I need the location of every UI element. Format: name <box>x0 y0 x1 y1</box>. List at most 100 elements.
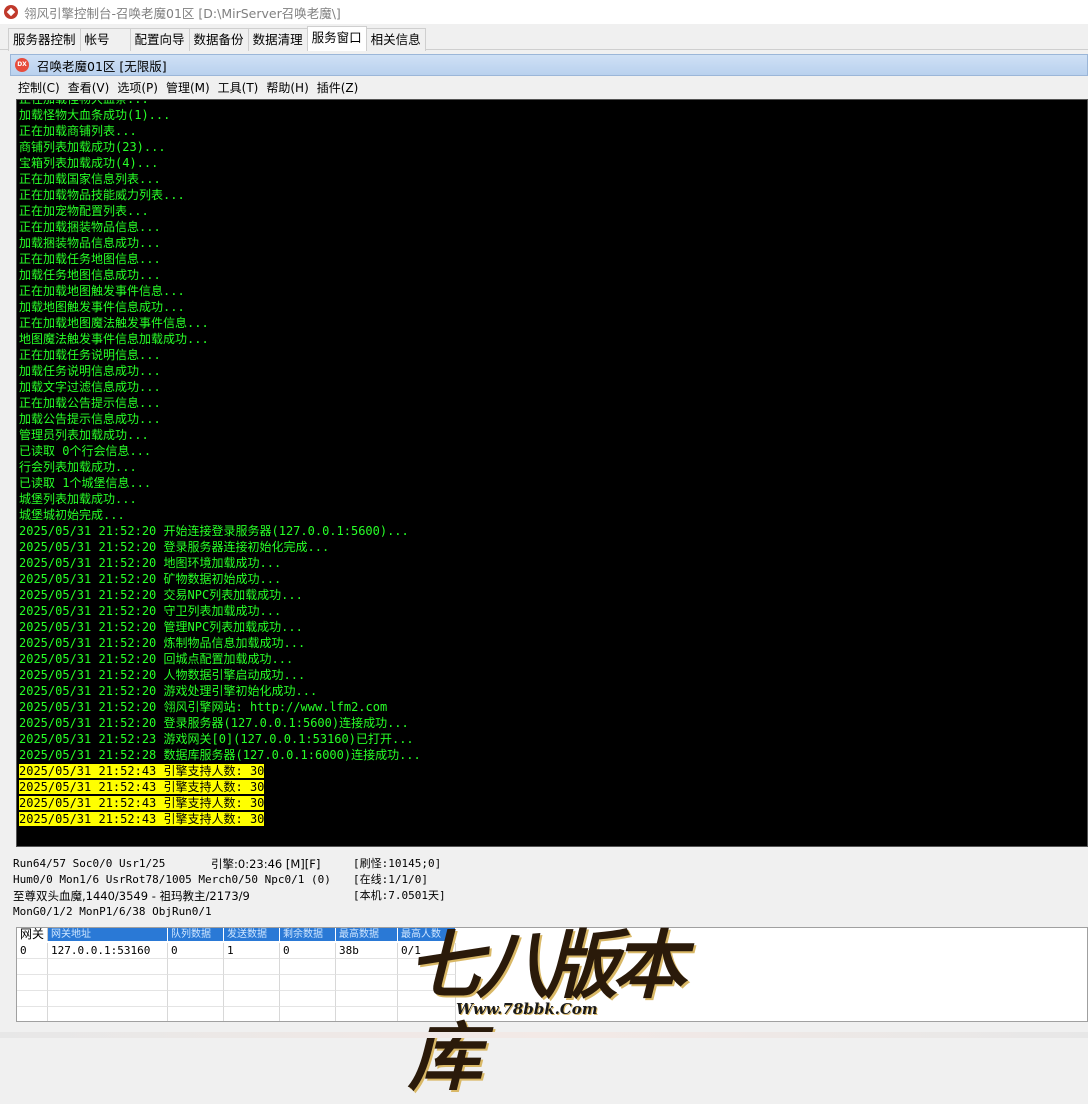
tab-related-info[interactable]: 相关信息 <box>365 28 426 51</box>
grid-cell: 38b <box>336 943 398 959</box>
grid-header-cell[interactable]: 队列数据 <box>168 928 224 941</box>
highlighted-text: 2025/05/31 21:52:43 引擎支持人数: 30 <box>19 780 265 794</box>
menu-tools[interactable]: 工具(T) <box>216 79 265 96</box>
subwindow-title-bar: DX 召唤老魔01区 [无限版] <box>10 54 1088 76</box>
log-line: 加载公告提示信息成功... <box>19 412 161 426</box>
log-line: 正在加宠物配置列表... <box>19 204 149 218</box>
app-logo-icon <box>4 5 18 19</box>
log-line: 2025/05/31 21:52:20 开始连接登录服务器(127.0.0.1:… <box>19 524 409 538</box>
log-line: 加载任务地图信息成功... <box>19 268 161 282</box>
grid-cell: 127.0.0.1:53160 <box>48 943 168 959</box>
grid-cell <box>224 1007 280 1021</box>
grid-cell <box>336 991 398 1007</box>
grid-cell <box>17 1007 48 1021</box>
log-line: 正在加载地图触发事件信息... <box>19 284 185 298</box>
server-app-icon: DX <box>15 58 29 72</box>
grid-cell <box>224 959 280 975</box>
grid-cell <box>280 975 336 991</box>
watermark-url: Www.78bbk.Com <box>456 1000 598 1018</box>
grid-cell: 0 <box>280 943 336 959</box>
menu-bar: 控制(C) 查看(V) 选项(P) 管理(M) 工具(T) 帮助(H) 插件(Z… <box>10 76 1088 98</box>
status-online: [在线:1/1/0] <box>353 873 428 886</box>
status-engine-uptime: 引擎:0:23:46 [M][F] <box>211 857 321 871</box>
tab-data-backup[interactable]: 数据备份 <box>188 28 249 51</box>
log-console[interactable]: 正在加载怪物大血条... 加载怪物大血条成功(1)... 正在加载商铺列表... 商铺… <box>16 99 1088 847</box>
grid-cell <box>280 959 336 975</box>
highlighted-text: 2025/05/31 21:52:43 引擎支持人数: 30 <box>19 764 265 778</box>
grid-header-cell[interactable]: 最高数据 <box>336 928 398 941</box>
log-line: 2025/05/31 21:52:20 矿物数据初始成功... <box>19 572 282 586</box>
log-line: 宝箱列表加载成功(4)... <box>19 156 159 170</box>
grid-cell <box>168 1007 224 1021</box>
tab-config-wizard[interactable]: 配置向导 <box>129 28 190 51</box>
log-line: 2025/05/31 21:52:20 回城点配置加载成功... <box>19 652 294 666</box>
log-line: 城堡列表加载成功... <box>19 492 137 506</box>
bottom-edge <box>0 1032 1088 1038</box>
table-row[interactable]: 0 127.0.0.1:53160 0 1 0 38b 0/1 <box>17 943 456 959</box>
grid-header-cell[interactable]: 剩余数据 <box>280 928 336 941</box>
log-line: 加载怪物大血条成功(1)... <box>19 108 171 122</box>
menu-control[interactable]: 控制(C) <box>16 79 66 96</box>
log-line: 加载地图触发事件信息成功... <box>19 300 185 314</box>
menu-options[interactable]: 选项(P) <box>115 79 164 96</box>
log-line: 已读取 0个行会信息... <box>19 444 152 458</box>
status-local: [本机:7.0501天] <box>353 889 446 902</box>
log-line: 2025/05/31 21:52:20 炼制物品信息加载成功... <box>19 636 306 650</box>
log-line: 正在加载任务说明信息... <box>19 348 161 362</box>
tab-service-window[interactable]: 服务窗口 <box>306 26 367 51</box>
table-row <box>17 1007 456 1021</box>
grid-header-cell[interactable]: 网关地址 <box>48 928 168 941</box>
table-row <box>17 991 456 1007</box>
grid-cell <box>336 959 398 975</box>
log-line: 地图魔法触发事件信息加载成功... <box>19 332 209 346</box>
status-row: Hum0/0 Mon1/6 UsrRot78/1005 Merch0/50 Np… <box>13 872 1073 888</box>
grid-cell <box>168 975 224 991</box>
tab-server-control[interactable]: 服务器控制 <box>8 28 81 51</box>
window-title: 翎风引擎控制台-召唤老魔01区 [D:\MirServer召唤老魔\] <box>24 5 341 21</box>
log-line: 管理员列表加载成功... <box>19 428 149 442</box>
log-line: 正在加载物品技能威力列表... <box>19 188 185 202</box>
log-line: 正在加载地图魔法触发事件信息... <box>19 316 209 330</box>
menu-help[interactable]: 帮助(H) <box>264 79 314 96</box>
grid-header-cell[interactable]: 发送数据 <box>224 928 280 941</box>
grid-cell <box>168 991 224 1007</box>
grid-cell <box>48 975 168 991</box>
menu-plugins[interactable]: 插件(Z) <box>315 79 365 96</box>
log-line: 2025/05/31 21:52:20 翎风引擎网站: http://www.l… <box>19 700 388 714</box>
log-line: 2025/05/31 21:52:20 管理NPC列表加载成功... <box>19 620 303 634</box>
grid-cell <box>48 991 168 1007</box>
status-row: 至尊双头血魔,1440/3549 - 祖玛教主/2173/9 [本机:7.050… <box>13 888 1073 904</box>
status-row: Run64/57 Soc0/0 Usr1/25 引擎:0:23:46 [M][F… <box>13 856 1073 872</box>
main-tabs: 服务器控制 帐号 配置向导 数据备份 数据清理 服务窗口 相关信息 <box>0 26 1088 51</box>
grid-cell <box>17 975 48 991</box>
log-line: 商铺列表加载成功(23)... <box>19 140 166 154</box>
status-boss: 至尊双头血魔,1440/3549 - 祖玛教主/2173/9 <box>13 889 250 903</box>
log-line: 已读取 1个城堡信息... <box>19 476 152 490</box>
table-row <box>17 959 456 975</box>
status-hum: Hum0/0 Mon1/6 UsrRot78/1005 Merch0/50 Np… <box>13 873 331 886</box>
log-line: 正在加载商铺列表... <box>19 124 137 138</box>
grid-cell <box>224 991 280 1007</box>
table-row <box>17 975 456 991</box>
status-monster-refresh: [刷怪:10145;0] <box>353 857 442 870</box>
watermark-logo: 七八版本库 Www.78bbk.Com <box>400 920 690 1101</box>
grid-cell <box>224 975 280 991</box>
menu-manage[interactable]: 管理(M) <box>164 79 216 96</box>
grid-header-cell[interactable]: 网关 <box>17 928 48 941</box>
log-line: 2025/05/31 21:52:20 游戏处理引擎初始化成功... <box>19 684 318 698</box>
grid-cell <box>280 1007 336 1021</box>
log-line: 城堡城初始完成... <box>19 508 125 522</box>
log-line-highlighted: 2025/05/31 21:52:43 引擎支持人数: 30 <box>19 795 421 811</box>
tab-account[interactable]: 帐号 <box>79 28 131 51</box>
tab-data-cleanup[interactable]: 数据清理 <box>247 28 308 51</box>
log-line: 正在加载捆装物品信息... <box>19 220 161 234</box>
highlighted-text: 2025/05/31 21:52:43 引擎支持人数: 30 <box>19 796 265 810</box>
log-line: 2025/05/31 21:52:23 游戏网关[0](127.0.0.1:53… <box>19 732 414 746</box>
status-row: MonG0/1/2 MonP1/6/38 ObjRun0/1 <box>13 904 1073 920</box>
log-line: 2025/05/31 21:52:20 登录服务器连接初始化完成... <box>19 540 330 554</box>
grid-cell <box>336 1007 398 1021</box>
log-line: 行会列表加载成功... <box>19 460 137 474</box>
status-mong: MonG0/1/2 MonP1/6/38 ObjRun0/1 <box>13 905 212 918</box>
menu-view[interactable]: 查看(V) <box>66 79 116 96</box>
log-line: 正在加载公告提示信息... <box>19 396 161 410</box>
